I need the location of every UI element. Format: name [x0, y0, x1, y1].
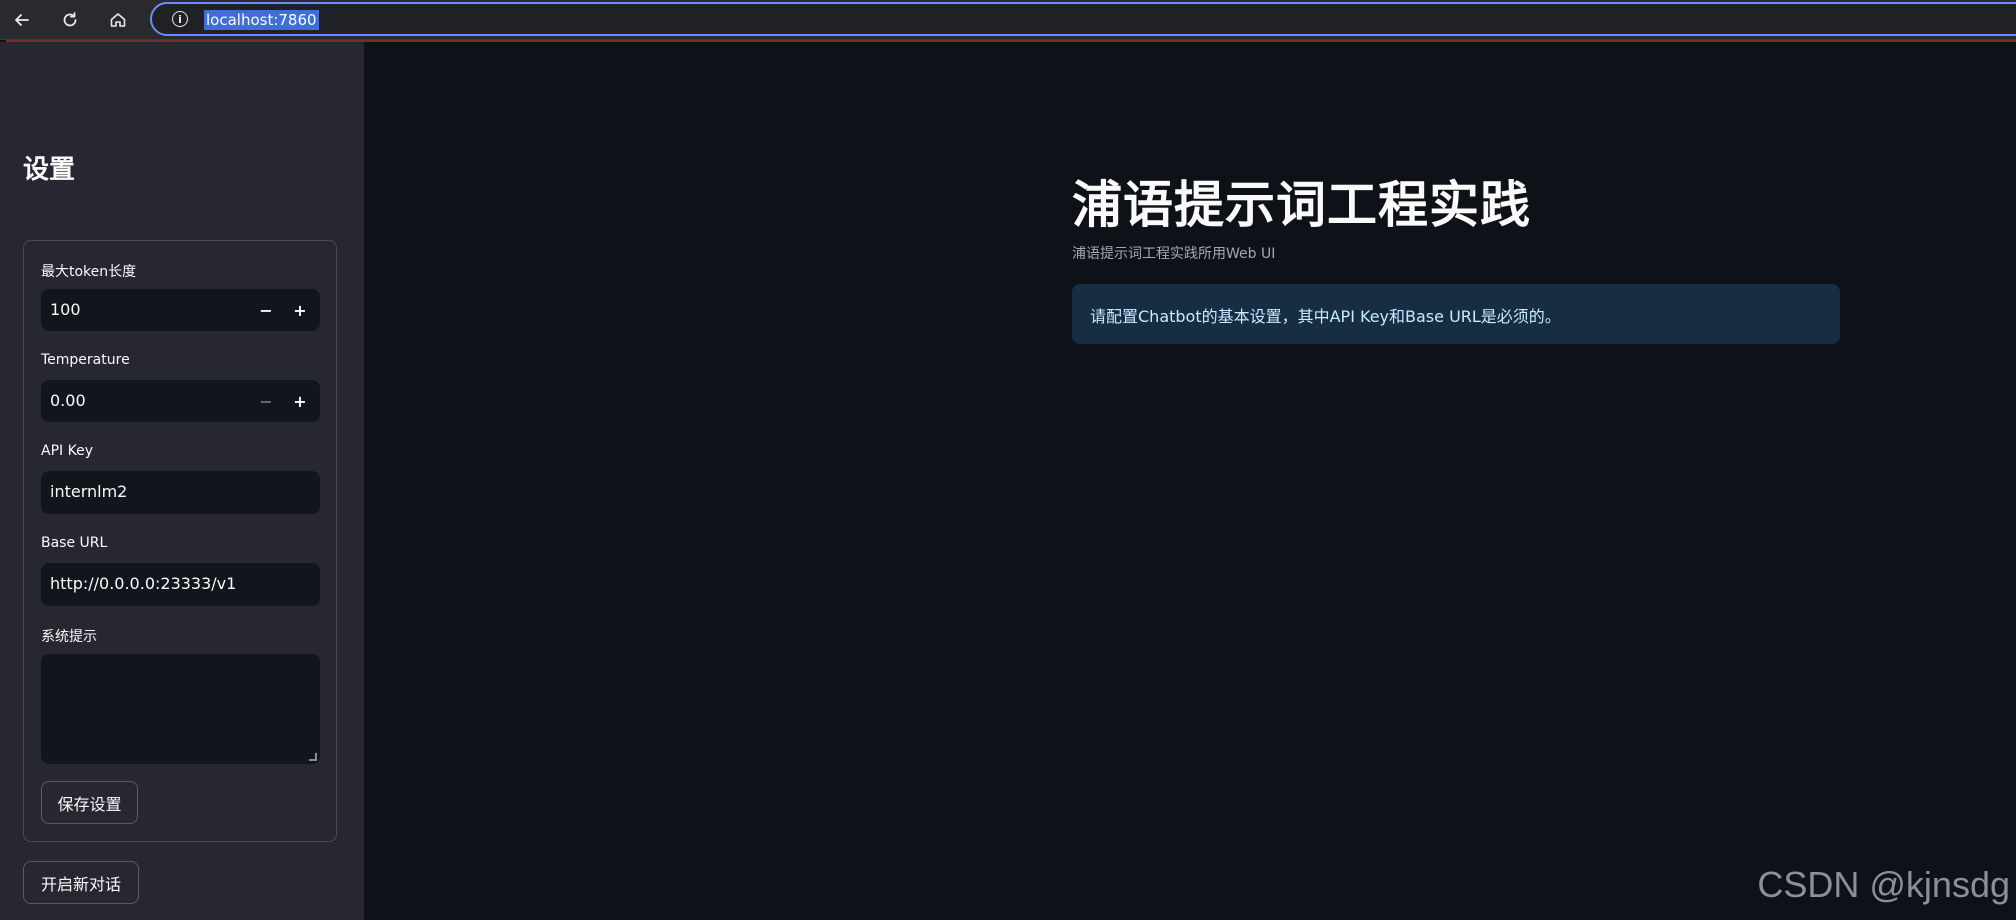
watermark: CSDN @kjnsdg	[1757, 864, 2010, 905]
api-key-input[interactable]: internlm2	[41, 471, 320, 514]
resize-handle-icon[interactable]	[309, 753, 317, 761]
max-tokens-value[interactable]: 100	[50, 300, 81, 319]
base-url-value[interactable]: http://0.0.0.0:23333/v1	[50, 574, 236, 593]
save-settings-button[interactable]: 保存设置	[41, 781, 138, 824]
max-tokens-decrement-button[interactable]: −	[252, 296, 280, 324]
max-tokens-input[interactable]: 100 − +	[41, 289, 320, 331]
sidebar-title: 设置	[23, 155, 76, 185]
url-text[interactable]: localhost:7860	[204, 10, 319, 30]
new-chat-button[interactable]: 开启新对话	[23, 861, 139, 904]
info-alert: 请配置Chatbot的基本设置，其中API Key和Base URL是必须的。	[1072, 284, 1840, 344]
page-caption: 浦语提示词工程实践所用Web UI	[1072, 246, 1276, 262]
back-button[interactable]	[6, 4, 38, 36]
temperature-decrement-button[interactable]: −	[252, 387, 280, 415]
temperature-label: Temperature	[41, 352, 130, 368]
info-icon[interactable]: i	[172, 11, 188, 27]
browser-toolbar: i localhost:7860	[0, 0, 2016, 40]
page-title: 浦语提示词工程实践	[1072, 176, 1531, 234]
home-button[interactable]	[102, 4, 134, 36]
system-prompt-textarea[interactable]	[41, 654, 320, 764]
sidebar: 设置 最大token长度 100 − + Temperature 0.00 − …	[0, 42, 364, 920]
arrow-left-icon	[15, 14, 29, 26]
address-bar[interactable]: i localhost:7860	[150, 2, 2016, 36]
base-url-label: Base URL	[41, 535, 108, 551]
home-icon	[110, 13, 126, 27]
reload-button[interactable]	[54, 4, 86, 36]
temperature-value[interactable]: 0.00	[50, 391, 86, 410]
api-key-value[interactable]: internlm2	[50, 482, 127, 501]
temperature-input[interactable]: 0.00 − +	[41, 380, 320, 422]
max-tokens-increment-button[interactable]: +	[286, 296, 314, 324]
max-tokens-label: 最大token长度	[41, 264, 137, 280]
system-prompt-label: 系统提示	[41, 629, 97, 645]
reload-icon	[63, 12, 77, 27]
temperature-increment-button[interactable]: +	[286, 387, 314, 415]
settings-form: 最大token长度 100 − + Temperature 0.00 − + A…	[23, 240, 337, 842]
api-key-label: API Key	[41, 443, 93, 459]
base-url-input[interactable]: http://0.0.0.0:23333/v1	[41, 563, 320, 606]
